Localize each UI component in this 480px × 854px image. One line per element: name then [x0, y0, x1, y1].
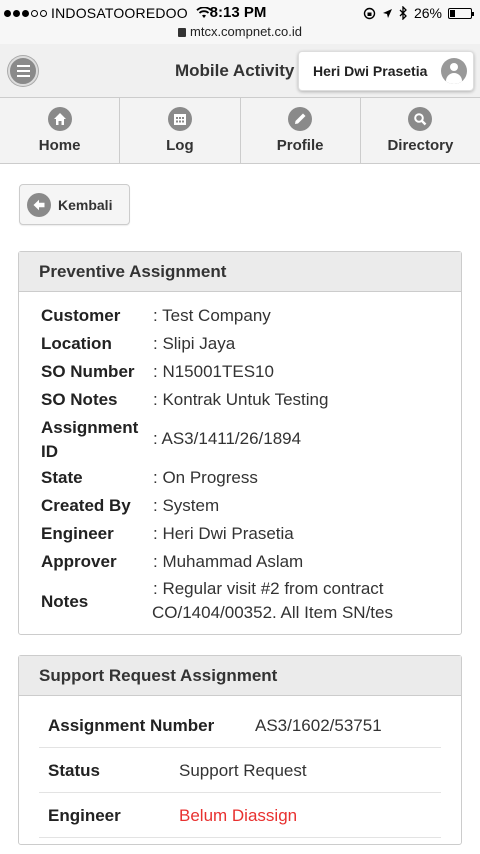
battery-icon [448, 7, 474, 19]
home-icon [47, 107, 72, 131]
panel-title: Support Request Assignment [19, 656, 461, 696]
nav-item-profile[interactable]: Profile [241, 98, 361, 163]
battery-level [450, 9, 456, 17]
detail-value: : N15001TES10 [153, 362, 274, 381]
arrow-left-icon [27, 192, 51, 217]
support-value: Support Request [179, 760, 307, 780]
support-label: Status [48, 760, 100, 780]
battery-percent: 26% [413, 5, 442, 21]
menu-icon-line [16, 65, 30, 67]
menu-icon-line [16, 75, 30, 77]
support-value: AS3/1602/53751 [255, 715, 382, 735]
support-row-assignment-number: Assignment Number AS3/1602/53751 [39, 704, 441, 748]
detail-label: Created By [41, 496, 131, 515]
support-label: Assignment Number [48, 715, 215, 735]
location-arrow-icon [382, 8, 392, 18]
lock-icon [178, 28, 186, 37]
support-row-status: Status Support Request [39, 749, 441, 793]
unassigned-engineer-value: Belum Diassign [179, 805, 298, 825]
detail-value: : Regular visit #2 from contract [153, 579, 384, 598]
support-request-panel: Support Request Assignment Assignment Nu… [18, 655, 462, 845]
preventive-assignment-panel: Preventive Assignment Customer : Test Co… [18, 251, 462, 635]
nav-item-home[interactable]: Home [0, 98, 121, 163]
status-bar: INDOSATOOREDOO 8:13 PM 26% mtcx.compnet.… [0, 0, 480, 44]
app-header: Mobile Activity Heri Dwi Prasetia [0, 44, 480, 98]
search-icon [408, 107, 433, 131]
detail-label: Engineer [41, 524, 114, 543]
detail-label: SO Notes [41, 390, 118, 409]
detail-value: : Muhammad Aslam [153, 552, 304, 571]
support-label: Engineer [48, 805, 121, 825]
detail-label: ID [41, 442, 58, 461]
main-nav: Home Log Profile Directory [0, 98, 480, 164]
menu-icon-line [16, 70, 30, 72]
nav-item-log[interactable]: Log [120, 98, 241, 163]
address-bar[interactable]: mtcx.compnet.co.id [0, 24, 480, 39]
nav-label-home: Home [38, 137, 81, 154]
nav-label-directory: Directory [387, 137, 454, 154]
carrier-name: INDOSATOOREDOO [51, 5, 188, 21]
detail-value: : System [153, 496, 220, 515]
detail-value: : On Progress [153, 468, 258, 487]
panel-title: Preventive Assignment [19, 252, 461, 292]
url-text: mtcx.compnet.co.id [190, 24, 302, 39]
detail-label: Assignment [41, 418, 139, 437]
detail-value: : AS3/1411/26/1894 [153, 429, 302, 448]
back-button[interactable]: Kembali [19, 184, 130, 225]
nav-label-profile: Profile [276, 137, 324, 154]
user-name: Heri Dwi Prasetia [313, 63, 428, 79]
detail-value: : Test Company [153, 306, 271, 325]
back-button-label: Kembali [58, 196, 113, 213]
menu-button[interactable] [8, 56, 38, 86]
support-row-engineer: Engineer Belum Diassign [39, 794, 441, 838]
detail-value: : Slipi Jaya [153, 334, 236, 353]
detail-label: Notes [41, 592, 89, 611]
detail-label: Location [41, 334, 112, 353]
detail-value: CO/1404/00352. All Item SN/tes [152, 603, 393, 622]
user-menu-button[interactable]: Heri Dwi Prasetia [298, 51, 474, 91]
detail-value: : Heri Dwi Prasetia [153, 524, 294, 543]
detail-label: Approver [41, 552, 117, 571]
clock: 8:13 PM [209, 4, 267, 21]
pencil-icon [288, 107, 313, 131]
detail-label: Customer [41, 306, 121, 325]
detail-value: : Kontrak Untuk Testing [153, 390, 329, 409]
nav-item-directory[interactable]: Directory [361, 98, 480, 163]
detail-label: SO Number [41, 362, 135, 381]
nav-label-log: Log [166, 137, 194, 154]
signal-icon [4, 9, 47, 17]
bluetooth-icon [399, 6, 407, 20]
orientation-lock-icon [363, 7, 376, 19]
calendar-icon [167, 107, 192, 131]
detail-label: State [41, 468, 83, 487]
page-title: Mobile Activity [175, 61, 295, 80]
user-avatar-icon [441, 58, 467, 84]
